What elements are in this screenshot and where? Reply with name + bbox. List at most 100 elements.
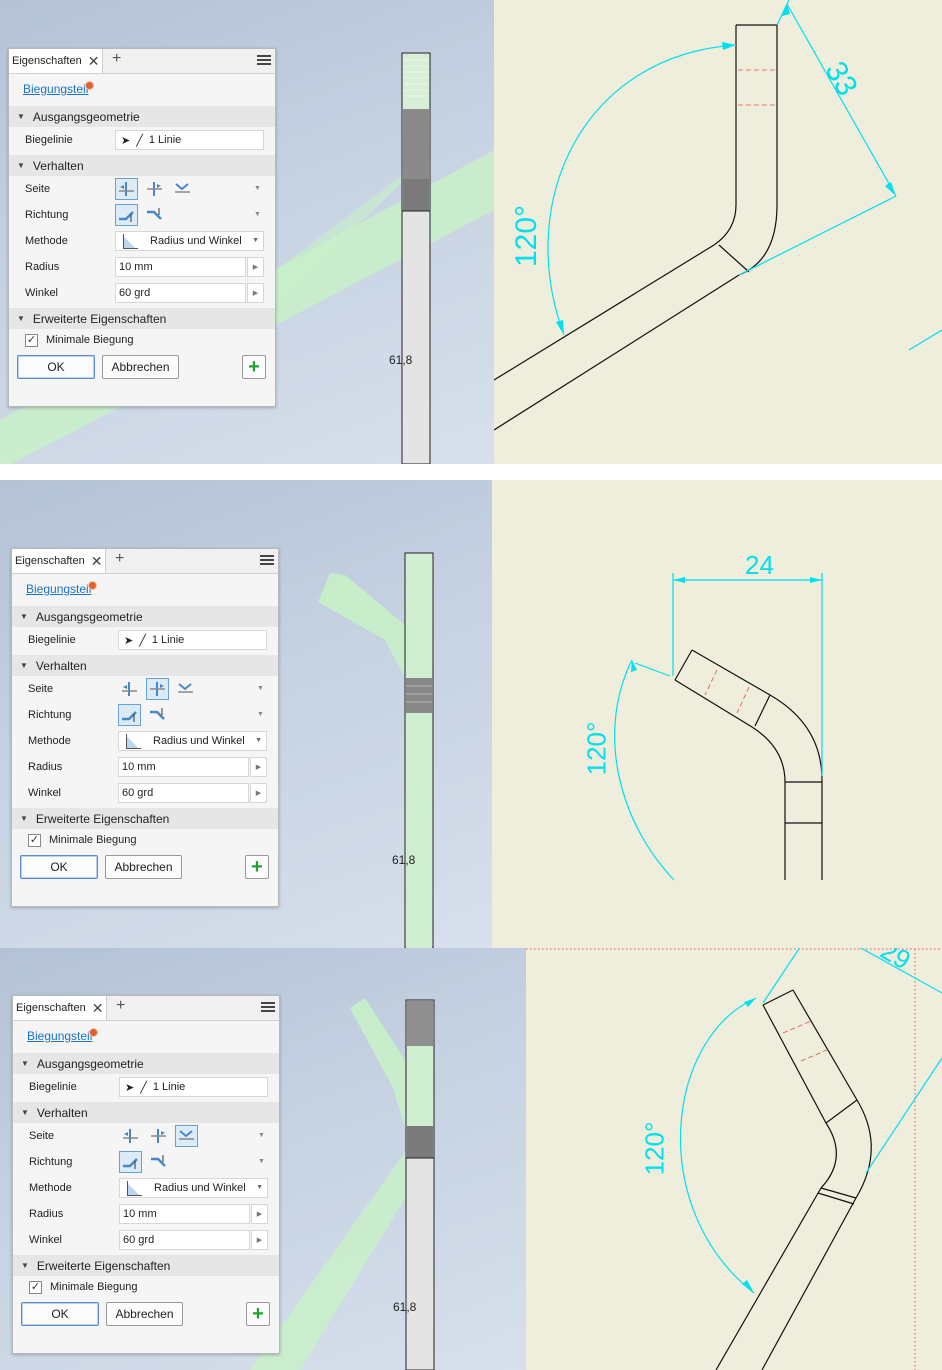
- angle-input[interactable]: 60 grd: [115, 283, 246, 303]
- properties-panel-3: Eigenschaften ✕ + Biegungsteil ▼ Ausgangs…: [12, 995, 280, 1354]
- drawing-view-3[interactable]: 120° 29: [526, 948, 942, 1370]
- cancel-button[interactable]: Abbrechen: [105, 855, 182, 879]
- bend-angle-icon: [126, 733, 141, 749]
- tab-properties[interactable]: Eigenschaften ✕: [12, 549, 107, 573]
- tab-properties[interactable]: Eigenschaften ✕: [9, 49, 104, 73]
- line-icon: ╱: [139, 634, 146, 647]
- part-link[interactable]: Biegungsteil: [23, 82, 88, 96]
- chevron-down-icon[interactable]: ▼: [257, 685, 264, 692]
- bendline-selector[interactable]: ➤ ╱ 1 Linie: [118, 630, 267, 650]
- min-bend-checkbox[interactable]: ✓: [29, 1280, 42, 1294]
- group-advanced-properties[interactable]: ▼ Erweiterte Eigenschaften: [13, 1255, 279, 1276]
- radius-input[interactable]: 10 mm: [118, 757, 249, 777]
- direction-option-2-button[interactable]: [146, 704, 169, 726]
- side-option-3-button[interactable]: [175, 1125, 198, 1147]
- menu-icon[interactable]: [257, 55, 271, 66]
- method-select[interactable]: Radius und Winkel ▼: [115, 231, 264, 251]
- ok-button[interactable]: OK: [17, 355, 95, 379]
- angle-input[interactable]: 60 grd: [119, 1230, 250, 1250]
- part-link[interactable]: Biegungsteil: [27, 1029, 92, 1043]
- drawing-sheet-2: [614, 573, 823, 881]
- tab-title: Eigenschaften: [16, 1002, 86, 1014]
- method-select[interactable]: Radius und Winkel ▼: [119, 1178, 268, 1198]
- chevron-down-icon: ▼: [255, 737, 262, 744]
- menu-icon[interactable]: [260, 555, 274, 566]
- ok-button[interactable]: OK: [20, 855, 98, 879]
- close-icon[interactable]: ✕: [91, 553, 103, 570]
- side-option-1-button[interactable]: [119, 1125, 142, 1147]
- min-bend-checkbox[interactable]: ✓: [25, 333, 38, 347]
- side-option-3-button[interactable]: [174, 678, 197, 700]
- add-icon[interactable]: +: [242, 355, 266, 379]
- chevron-right-icon[interactable]: ▶: [247, 283, 264, 303]
- drawing-view-2[interactable]: 120° 24: [492, 480, 942, 948]
- menu-icon[interactable]: [261, 1002, 275, 1013]
- part-link[interactable]: Biegungsteil: [26, 582, 91, 596]
- collapse-triangle-icon: ▼: [20, 612, 28, 621]
- drawing-view-1[interactable]: 120° 33: [494, 0, 942, 464]
- chevron-right-icon[interactable]: ▶: [250, 783, 267, 803]
- chevron-down-icon[interactable]: ▼: [257, 711, 264, 718]
- side-option-2-button[interactable]: [146, 678, 169, 700]
- method-select[interactable]: Radius und Winkel ▼: [118, 731, 267, 751]
- group-source-geometry[interactable]: ▼ Ausgangsgeometrie: [13, 1053, 279, 1074]
- cancel-button[interactable]: Abbrechen: [102, 355, 179, 379]
- group-source-geometry[interactable]: ▼ Ausgangsgeometrie: [9, 106, 275, 127]
- side-option-2-button[interactable]: [143, 178, 166, 200]
- group-behavior[interactable]: ▼ Verhalten: [9, 155, 275, 176]
- group-advanced-properties[interactable]: ▼ Erweiterte Eigenschaften: [9, 308, 275, 329]
- add-icon[interactable]: +: [246, 1302, 270, 1326]
- side-option-1-button[interactable]: [115, 178, 138, 200]
- collapse-triangle-icon: ▼: [17, 161, 25, 170]
- side-option-1-button[interactable]: [118, 678, 141, 700]
- chevron-right-icon[interactable]: ▶: [250, 757, 267, 777]
- group-source-geometry[interactable]: ▼ Ausgangsgeometrie: [12, 606, 278, 627]
- side-option-2-button[interactable]: [147, 1125, 170, 1147]
- group-advanced-properties[interactable]: ▼ Erweiterte Eigenschaften: [12, 808, 278, 829]
- tab-properties[interactable]: Eigenschaften ✕: [13, 996, 108, 1020]
- angle-input[interactable]: 60 grd: [118, 783, 249, 803]
- direction-label: Richtung: [25, 209, 69, 221]
- chevron-right-icon[interactable]: ▶: [251, 1204, 268, 1224]
- part-dimension-label: 61,8: [392, 853, 416, 867]
- panel-header: Eigenschaften ✕ +: [9, 49, 275, 74]
- bend-angle-icon: [123, 233, 138, 249]
- add-tab-icon[interactable]: +: [115, 550, 124, 568]
- min-bend-checkbox[interactable]: ✓: [28, 833, 41, 847]
- add-icon[interactable]: +: [245, 855, 269, 879]
- direction-option-1-button[interactable]: [119, 1151, 142, 1173]
- cancel-button[interactable]: Abbrechen: [106, 1302, 183, 1326]
- method-value: Radius und Winkel: [153, 735, 245, 747]
- chevron-down-icon[interactable]: ▼: [258, 1132, 265, 1139]
- bend-zone-highlight: [406, 554, 432, 678]
- direction-option-2-button[interactable]: [147, 1151, 170, 1173]
- flange-highlight: [406, 713, 432, 948]
- radius-label: Radius: [28, 761, 63, 773]
- chevron-down-icon[interactable]: ▼: [258, 1158, 265, 1165]
- add-tab-icon[interactable]: +: [112, 50, 121, 68]
- direction-option-1-button[interactable]: [115, 204, 138, 226]
- add-tab-icon[interactable]: +: [116, 997, 125, 1015]
- group-title: Erweiterte Eigenschaften: [36, 1258, 171, 1273]
- chevron-down-icon[interactable]: ▼: [254, 185, 261, 192]
- method-label: Methode: [28, 735, 71, 747]
- group-behavior[interactable]: ▼ Verhalten: [13, 1102, 279, 1123]
- bendline-selector[interactable]: ➤ ╱ 1 Linie: [115, 130, 264, 150]
- close-icon[interactable]: ✕: [92, 1000, 104, 1017]
- group-title: Erweiterte Eigenschaften: [32, 311, 167, 326]
- direction-option-1-button[interactable]: [118, 704, 141, 726]
- chevron-right-icon[interactable]: ▶: [251, 1230, 268, 1250]
- chevron-down-icon: ▼: [256, 1184, 263, 1191]
- bendline-label: Biegelinie: [29, 1081, 77, 1093]
- ok-button[interactable]: OK: [21, 1302, 99, 1326]
- close-icon[interactable]: ✕: [88, 53, 100, 70]
- direction-option-2-button[interactable]: [143, 204, 166, 226]
- radius-input[interactable]: 10 mm: [115, 257, 246, 277]
- side-option-3-button[interactable]: [171, 178, 194, 200]
- chevron-right-icon[interactable]: ▶: [247, 257, 264, 277]
- bendline-selector[interactable]: ➤ ╱ 1 Linie: [119, 1077, 268, 1097]
- group-behavior[interactable]: ▼ Verhalten: [12, 655, 278, 676]
- radius-label: Radius: [25, 261, 60, 273]
- chevron-down-icon[interactable]: ▼: [254, 211, 261, 218]
- radius-input[interactable]: 10 mm: [119, 1204, 250, 1224]
